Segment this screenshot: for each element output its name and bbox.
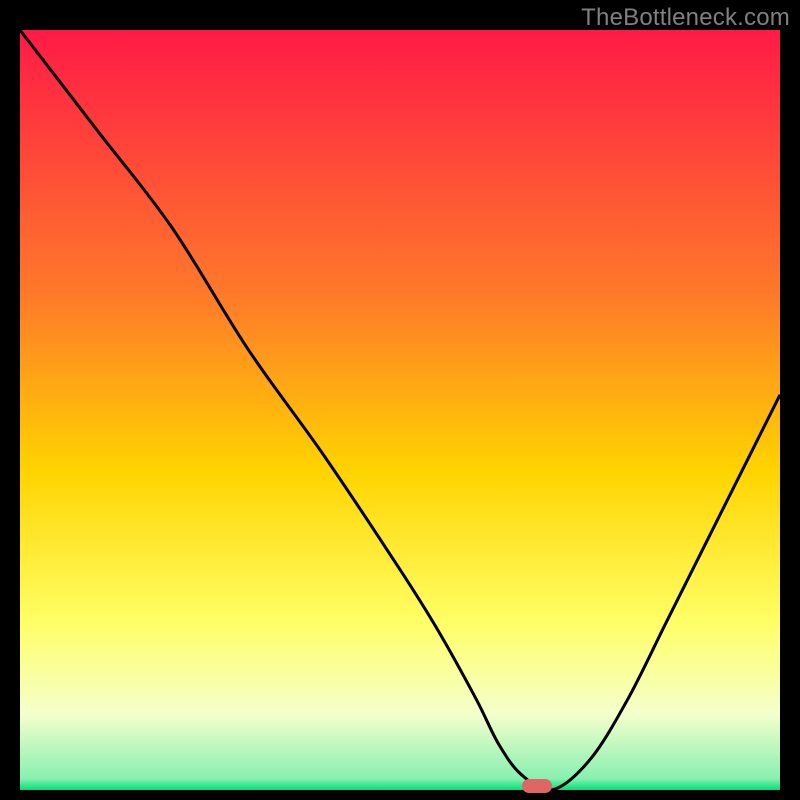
watermark-text: TheBottleneck.com — [581, 4, 790, 32]
gradient-background — [20, 30, 780, 790]
plot-svg — [20, 30, 780, 790]
minimum-marker — [522, 779, 552, 793]
plot-area — [20, 30, 780, 790]
chart-frame: TheBottleneck.com — [0, 0, 800, 800]
